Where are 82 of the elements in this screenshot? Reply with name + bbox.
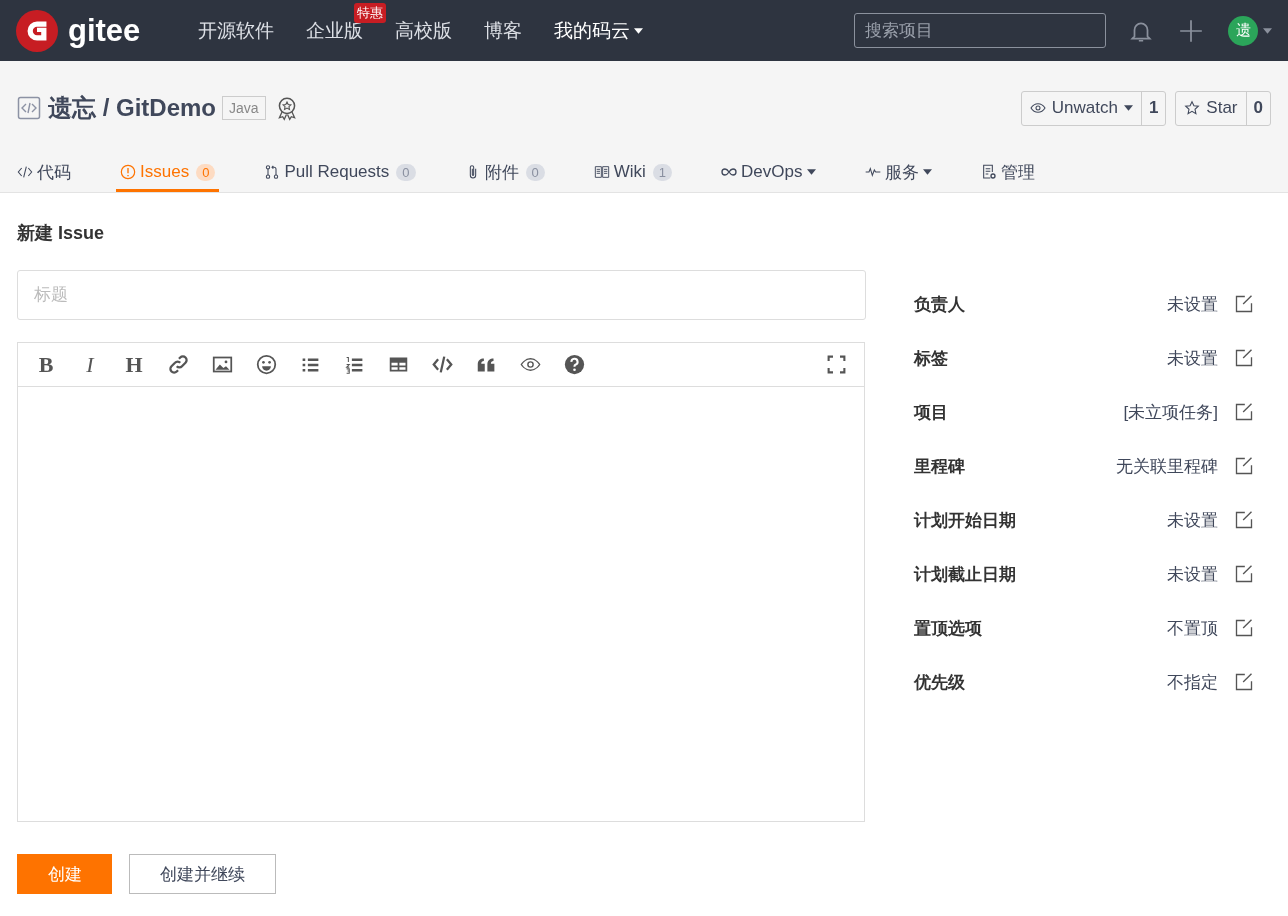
code-icon	[431, 354, 453, 375]
field-value[interactable]: 无关联里程碑	[1116, 454, 1218, 478]
fullscreen-icon	[825, 354, 847, 375]
star-icon	[1184, 100, 1201, 116]
field-label: 项目	[914, 401, 949, 424]
plus-icon	[1178, 17, 1204, 44]
edit-icon	[1234, 672, 1254, 692]
repo-tab[interactable]: 管理	[976, 155, 1039, 192]
field-value[interactable]: 不置顶	[1167, 616, 1218, 640]
edit-icon	[1234, 618, 1254, 638]
field-label: 里程碑	[914, 455, 966, 478]
nav-link[interactable]: 博客	[468, 17, 539, 44]
code-file-icon	[17, 96, 41, 120]
star-button[interactable]: Star	[1176, 91, 1247, 125]
field-label: 计划开始日期	[914, 509, 1017, 532]
bold-button[interactable]: B	[28, 348, 64, 381]
field-label: 计划截止日期	[914, 563, 1017, 586]
nav-link[interactable]: 开源软件	[182, 17, 291, 44]
heading-button[interactable]: H	[116, 348, 152, 381]
edit-icon	[1234, 456, 1254, 476]
field-value[interactable]: 未设置	[1167, 346, 1218, 370]
page-title: 新建 Issue	[17, 222, 106, 245]
repo-tab[interactable]: 代码	[13, 155, 75, 192]
code-icon	[17, 164, 33, 180]
edit-button[interactable]	[1234, 564, 1254, 584]
repo-tab[interactable]: DevOps	[717, 155, 820, 192]
field-value[interactable]: [未立项任务]	[1123, 400, 1218, 424]
eye-icon	[1029, 100, 1046, 116]
document-gear-icon	[980, 164, 997, 180]
field-value[interactable]: 未设置	[1167, 292, 1218, 316]
help-icon	[563, 354, 585, 375]
smiley-icon	[255, 354, 277, 375]
search-field[interactable]: 搜索项目	[854, 13, 1106, 48]
field-value[interactable]: 未设置	[1167, 562, 1218, 586]
promo-badge: 特惠	[354, 2, 387, 23]
italic-button[interactable]: I	[72, 348, 108, 381]
edit-button[interactable]	[1234, 456, 1254, 476]
edit-icon	[1234, 348, 1254, 368]
logo-icon	[16, 9, 58, 52]
field-label: 优先级	[914, 671, 966, 694]
field-label: 标签	[914, 347, 949, 370]
unwatch-button[interactable]: Unwatch	[1021, 91, 1142, 125]
count-badge: 0	[196, 163, 216, 181]
edit-button[interactable]	[1234, 294, 1254, 314]
link-icon	[167, 354, 189, 375]
field-label: 负责人	[914, 293, 966, 316]
add-button[interactable]	[1178, 17, 1204, 44]
logo-text[interactable]: gitee	[68, 12, 141, 49]
pull-request-icon	[264, 164, 281, 180]
repo-tab[interactable]: Pull Requests 0	[260, 155, 420, 192]
repo-tab[interactable]: 附件 0	[460, 155, 549, 192]
count-badge: 1	[652, 163, 673, 181]
edit-button[interactable]	[1234, 510, 1254, 530]
field-value[interactable]: 不指定	[1167, 670, 1218, 694]
count-badge: 0	[396, 163, 416, 181]
title-field[interactable]: 标题	[17, 270, 866, 320]
edit-icon	[1234, 402, 1254, 422]
count-link[interactable]: 0	[1246, 91, 1270, 125]
edit-icon	[1234, 510, 1254, 530]
edit-button[interactable]	[1234, 618, 1254, 638]
caret-icon	[1123, 105, 1133, 111]
numbered-list-icon	[343, 354, 365, 375]
image-icon	[211, 354, 233, 375]
language-tag: Java	[222, 96, 266, 120]
edit-button[interactable]	[1234, 672, 1254, 692]
create-continue-button[interactable]: 创建并继续	[129, 854, 276, 894]
caret-icon	[1263, 27, 1272, 34]
edit-icon	[1234, 294, 1254, 314]
pulse-icon	[864, 164, 881, 180]
field-label: 置顶选项	[914, 617, 983, 640]
nav-link[interactable]: 我的码云	[538, 17, 660, 44]
repo-tab[interactable]: 服务	[860, 155, 936, 192]
edit-button[interactable]	[1234, 402, 1254, 422]
repo-tab[interactable]: Wiki 1	[589, 155, 677, 192]
count-badge: 0	[525, 163, 545, 181]
alert-circle-icon	[120, 164, 136, 180]
edit-icon	[1234, 564, 1254, 584]
repo-title[interactable]: 遗忘 / GitDemo	[48, 92, 216, 124]
edit-button[interactable]	[1234, 348, 1254, 368]
book-icon	[593, 164, 610, 180]
field-value[interactable]: 未设置	[1167, 508, 1218, 532]
count-link[interactable]: 1	[1141, 91, 1166, 125]
